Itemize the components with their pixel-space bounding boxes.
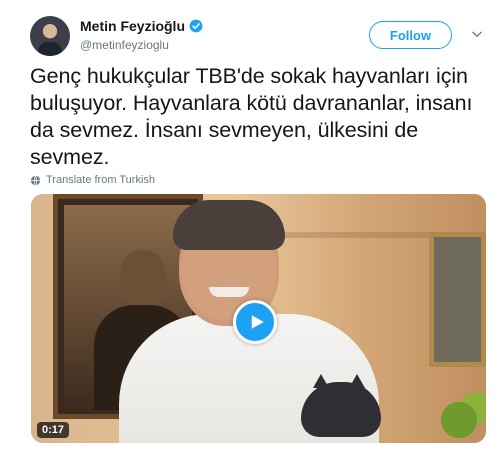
person-hair: [173, 200, 285, 250]
play-icon: [251, 315, 264, 329]
translate-link[interactable]: Translate from Turkish: [30, 174, 155, 186]
wall-frame: [429, 232, 486, 367]
avatar[interactable]: [30, 16, 70, 56]
video-duration: 0:17: [37, 422, 70, 438]
tweet-text: Genç hukukçular TBB'de sokak hayvanları …: [30, 64, 473, 169]
user-handle[interactable]: @metinfeyzioglu: [80, 38, 169, 52]
globe-icon: [30, 175, 41, 185]
translate-label[interactable]: Translate from Turkish: [46, 174, 155, 186]
video-player[interactable]: 0:17: [31, 194, 486, 443]
portrait-head: [120, 250, 166, 308]
display-name[interactable]: Metin Feyzioğlu: [80, 18, 185, 34]
chevron-down-icon[interactable]: [470, 27, 484, 41]
person-smile: [209, 287, 249, 297]
play-button[interactable]: [233, 300, 277, 344]
name-row: Metin Feyzioğlu: [80, 18, 203, 34]
tweet-header: Metin Feyzioğlu @metinfeyzioglu Follow: [30, 14, 486, 58]
plant: [435, 384, 486, 443]
follow-button[interactable]: Follow: [369, 21, 452, 49]
verified-badge-icon: [189, 19, 203, 33]
